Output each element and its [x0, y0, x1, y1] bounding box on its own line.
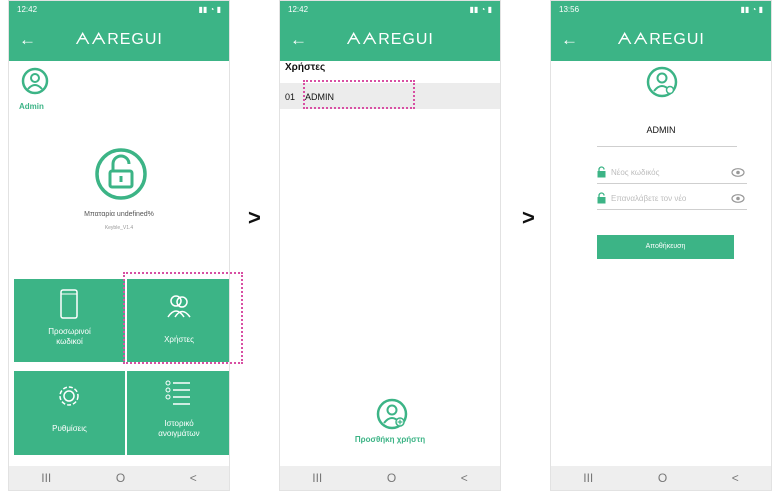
screen-change-password: 13:56 ▮▮ ◔ ▮ ← ᗅᗅREGUI ADMIN Αποθήκευση … [550, 0, 772, 491]
app-title: ᗅᗅREGUI [75, 31, 163, 48]
status-icons: ▮▮ ◔ ▮ [198, 5, 221, 14]
user-number: 01 [285, 92, 296, 102]
nav-back-button[interactable]: < [190, 471, 197, 485]
save-button[interactable]: Αποθήκευση [597, 235, 734, 259]
status-time: 13:56 [559, 5, 580, 14]
add-user-icon[interactable] [375, 397, 409, 438]
app-title: ᗅᗅREGUI [617, 31, 705, 48]
app-bar: ← ᗅᗅREGUI [280, 21, 500, 61]
user-avatar-icon[interactable] [20, 66, 50, 103]
section-title: Χρήστες [285, 62, 326, 73]
nav-back-button[interactable]: < [461, 471, 468, 485]
screen-users: 12:42 ▮▮ ◔ ▮ ← ᗅᗅREGUI Χρήστες 01 ADMIN … [279, 0, 501, 491]
status-icons: ▮▮ ◔ ▮ [469, 5, 492, 14]
nav-back-button[interactable]: < [732, 471, 739, 485]
add-user-button[interactable]: Προσθήκη χρήστη [280, 435, 500, 444]
user-avatar-icon [645, 65, 679, 106]
user-label: Admin [19, 102, 44, 111]
app-title: ᗅᗅREGUI [346, 31, 434, 48]
new-password-input[interactable] [611, 163, 729, 181]
highlight-user-row [303, 80, 415, 109]
status-time: 12:42 [17, 5, 38, 14]
home-button[interactable]: O [387, 471, 396, 485]
step-arrow-1: > [248, 205, 261, 230]
step-arrow-2: > [522, 205, 535, 230]
settings-label: Ρυθμίσεις [52, 424, 87, 433]
recents-button[interactable]: III [312, 471, 322, 485]
temp-codes-label: Προσωρινοί κωδικοί [48, 327, 91, 346]
home-button[interactable]: O [116, 471, 125, 485]
lock-icon [597, 192, 606, 204]
settings-tile[interactable]: Ρυθμίσεις [14, 371, 125, 455]
recents-button[interactable]: III [41, 471, 51, 485]
home-button[interactable]: O [658, 471, 667, 485]
divider [597, 209, 747, 210]
repeat-password-field [597, 189, 747, 209]
temp-codes-tile[interactable]: Προσωρινοί κωδικοί [14, 279, 125, 362]
history-tile[interactable]: Ιστορικό ανοιγμάτων [127, 371, 229, 455]
divider [597, 183, 747, 184]
username-label: ADMIN [646, 125, 676, 135]
system-nav-bar: III O < [280, 466, 500, 490]
recents-button[interactable]: III [583, 471, 593, 485]
repeat-password-input[interactable] [611, 189, 729, 207]
system-nav-bar: III O < [551, 466, 771, 490]
lock-icon [597, 166, 606, 178]
version-text: Keyble_V1.4 [104, 225, 134, 231]
status-bar: 13:56 ▮▮ ◔ ▮ [551, 1, 771, 21]
divider [597, 146, 737, 147]
battery-status-text: Μπαταρία undefined% [84, 211, 154, 218]
status-icons: ▮▮ ◔ ▮ [740, 5, 763, 14]
status-time: 12:42 [288, 5, 309, 14]
history-label: Ιστορικό ανοιγμάτων [158, 419, 200, 438]
phone-icon [60, 289, 78, 319]
status-bar: 12:42 ▮▮ ◔ ▮ [280, 1, 500, 21]
lock-icon[interactable] [95, 147, 147, 206]
status-bar: 12:42 ▮▮ ◔ ▮ [9, 1, 229, 21]
new-password-field [597, 163, 747, 183]
eye-icon[interactable] [731, 168, 745, 177]
screen-home: 12:42 ▮▮ ◔ ▮ ← ᗅᗅREGUI Admin Μπαταρία un… [8, 0, 230, 491]
eye-icon[interactable] [731, 194, 745, 203]
system-nav-bar: III O < [9, 466, 229, 490]
app-bar: ← ᗅᗅREGUI [9, 21, 229, 61]
app-bar: ← ᗅᗅREGUI [551, 21, 771, 61]
highlight-users-tile [123, 272, 243, 364]
list-icon [165, 380, 190, 405]
gear-icon [59, 386, 79, 406]
